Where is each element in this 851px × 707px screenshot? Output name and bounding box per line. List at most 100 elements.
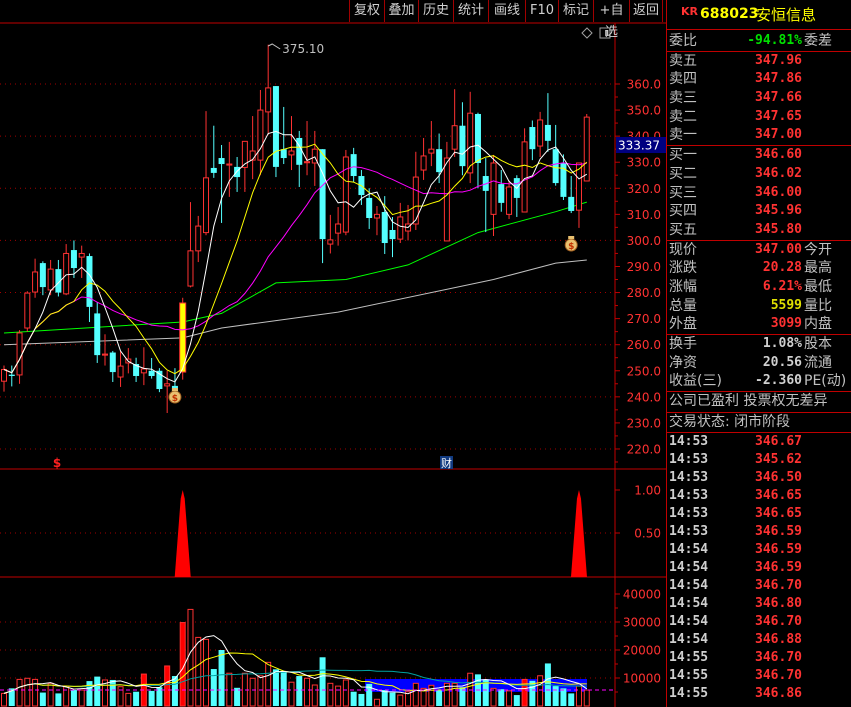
tick-row: 14:54 346.88 bbox=[667, 631, 851, 649]
fund-right-label: PE(动) bbox=[804, 373, 847, 390]
fund-value: -2.360 bbox=[755, 373, 802, 389]
candle bbox=[451, 89, 458, 157]
asks-row: 卖二 347.65 bbox=[667, 108, 851, 127]
stat-value: 5599 bbox=[770, 297, 802, 313]
level-price: 347.66 bbox=[755, 90, 802, 106]
candle bbox=[280, 106, 287, 165]
weibi-value: -94.81% bbox=[747, 33, 802, 48]
fundamentals: 换手 1.08% 股本 净资 20.56 流通 收益(三) -2.360 PE(动) bbox=[667, 335, 851, 393]
candle-body-down bbox=[350, 154, 357, 177]
candle-body-down bbox=[70, 250, 77, 269]
asks-row: 卖五 347.96 bbox=[667, 52, 851, 71]
volume-bar-down bbox=[498, 689, 505, 706]
tick-time: 14:53 bbox=[669, 452, 709, 468]
candle-body-up bbox=[428, 148, 435, 154]
tick-time: 14:55 bbox=[669, 650, 709, 666]
candle bbox=[210, 125, 217, 178]
bag-top bbox=[171, 388, 178, 391]
stat-label: 涨幅 bbox=[669, 278, 697, 295]
toolbar-button-7[interactable]: +自选 bbox=[593, 0, 629, 40]
tick-time: 14:53 bbox=[669, 524, 709, 540]
candle-body-up bbox=[583, 116, 590, 182]
volume-bar-up bbox=[257, 675, 264, 707]
price-axis-label: 330.0 bbox=[627, 156, 661, 170]
volume-bar-up bbox=[47, 682, 54, 707]
volume-bar-up bbox=[16, 678, 23, 707]
fund-right-label: 股本 bbox=[804, 336, 832, 352]
volume-bar-up bbox=[537, 675, 544, 707]
toolbar-button-0[interactable]: 复权 bbox=[349, 0, 384, 22]
price-axis-label: 280.0 bbox=[627, 286, 661, 300]
volume-bar-up bbox=[490, 687, 497, 707]
indicator-axis-label: 1.00 bbox=[634, 484, 661, 498]
toolbar-button-1[interactable]: 叠加 bbox=[384, 0, 418, 22]
volume-bar-up bbox=[311, 684, 318, 707]
candle bbox=[304, 121, 311, 176]
tick-price: 346.70 bbox=[755, 668, 802, 684]
kline-chart[interactable]: 360.0350.0340.0330.0320.0310.0300.0290.0… bbox=[0, 0, 666, 707]
level-price: 347.96 bbox=[755, 52, 802, 68]
candle-body-down bbox=[39, 263, 46, 288]
money-bag-icon: $ bbox=[564, 236, 578, 252]
price-axis-label: 230.0 bbox=[627, 416, 661, 430]
level-price: 347.65 bbox=[755, 108, 802, 124]
fundamentals-row: 净资 20.56 流通 bbox=[667, 354, 851, 373]
candle bbox=[288, 116, 295, 171]
candle bbox=[102, 334, 109, 366]
candle bbox=[265, 44, 272, 136]
weibi-label: 委比 bbox=[669, 33, 697, 49]
candle bbox=[521, 128, 528, 213]
volume-bar-up bbox=[304, 677, 311, 707]
volume-bar-down bbox=[319, 657, 326, 706]
tick-price: 346.50 bbox=[755, 470, 802, 486]
volume-bar-down bbox=[529, 680, 536, 706]
toolbar-button-2[interactable]: 历史 bbox=[418, 0, 453, 22]
tick-row: 14:53 346.50 bbox=[667, 469, 851, 487]
asks-row: 卖一 347.00 bbox=[667, 126, 851, 145]
tick-list[interactable]: 14:53 346.67 14:53 345.62 14:53 346.50 14:53 34… bbox=[667, 433, 851, 703]
toolbar-button-3[interactable]: 统计 bbox=[453, 0, 488, 22]
tick-row: 14:53 345.62 bbox=[667, 451, 851, 469]
volume-bar-down bbox=[280, 671, 287, 706]
candle-body-down bbox=[210, 167, 217, 173]
candle bbox=[156, 368, 163, 393]
toolbar-button-5[interactable]: F10 bbox=[525, 0, 558, 22]
toolbar-button-4[interactable]: 画线 bbox=[488, 0, 525, 22]
volume-axis-label: 10000 bbox=[623, 672, 661, 686]
candle bbox=[47, 259, 54, 296]
candle-body-down bbox=[529, 127, 536, 150]
candle-body-up bbox=[140, 368, 147, 374]
candle-body-up bbox=[24, 292, 31, 329]
toolbar-button-8[interactable]: 返回 bbox=[629, 0, 663, 22]
candle bbox=[335, 207, 342, 246]
candle bbox=[513, 175, 520, 217]
stat-right-label: 今开 bbox=[804, 241, 832, 258]
candle bbox=[474, 112, 481, 189]
volume-bar-up bbox=[125, 692, 132, 707]
fund-label: 收益(三) bbox=[669, 373, 722, 390]
candle-body-up bbox=[195, 225, 202, 252]
tick-time: 14:53 bbox=[669, 488, 709, 504]
quote-row: 现价 347.00 今开 bbox=[667, 241, 851, 260]
volume-bar-down bbox=[218, 650, 225, 706]
tick-price: 346.67 bbox=[755, 434, 802, 450]
tick-time: 14:54 bbox=[669, 614, 709, 630]
candle bbox=[203, 111, 210, 236]
candle bbox=[568, 176, 575, 214]
candle-body-up bbox=[257, 109, 264, 161]
volume-bar-down bbox=[358, 693, 365, 706]
volume-bar-down bbox=[296, 676, 303, 706]
bids-row: 买三 346.00 bbox=[667, 184, 851, 203]
tick-time: 14:53 bbox=[669, 434, 709, 450]
candle bbox=[327, 214, 334, 254]
candle-body-up bbox=[78, 252, 85, 258]
candle-body-down bbox=[109, 352, 116, 373]
tick-time: 14:54 bbox=[669, 596, 709, 612]
volume-bar-up bbox=[164, 665, 171, 707]
toolbar-button-6[interactable]: 标记 bbox=[558, 0, 593, 22]
stat-right-label: 量比 bbox=[804, 297, 832, 314]
candle bbox=[490, 154, 497, 236]
volume-bar-up bbox=[506, 690, 513, 707]
stat-value: 20.28 bbox=[762, 260, 802, 276]
stat-label: 外盘 bbox=[669, 316, 697, 333]
